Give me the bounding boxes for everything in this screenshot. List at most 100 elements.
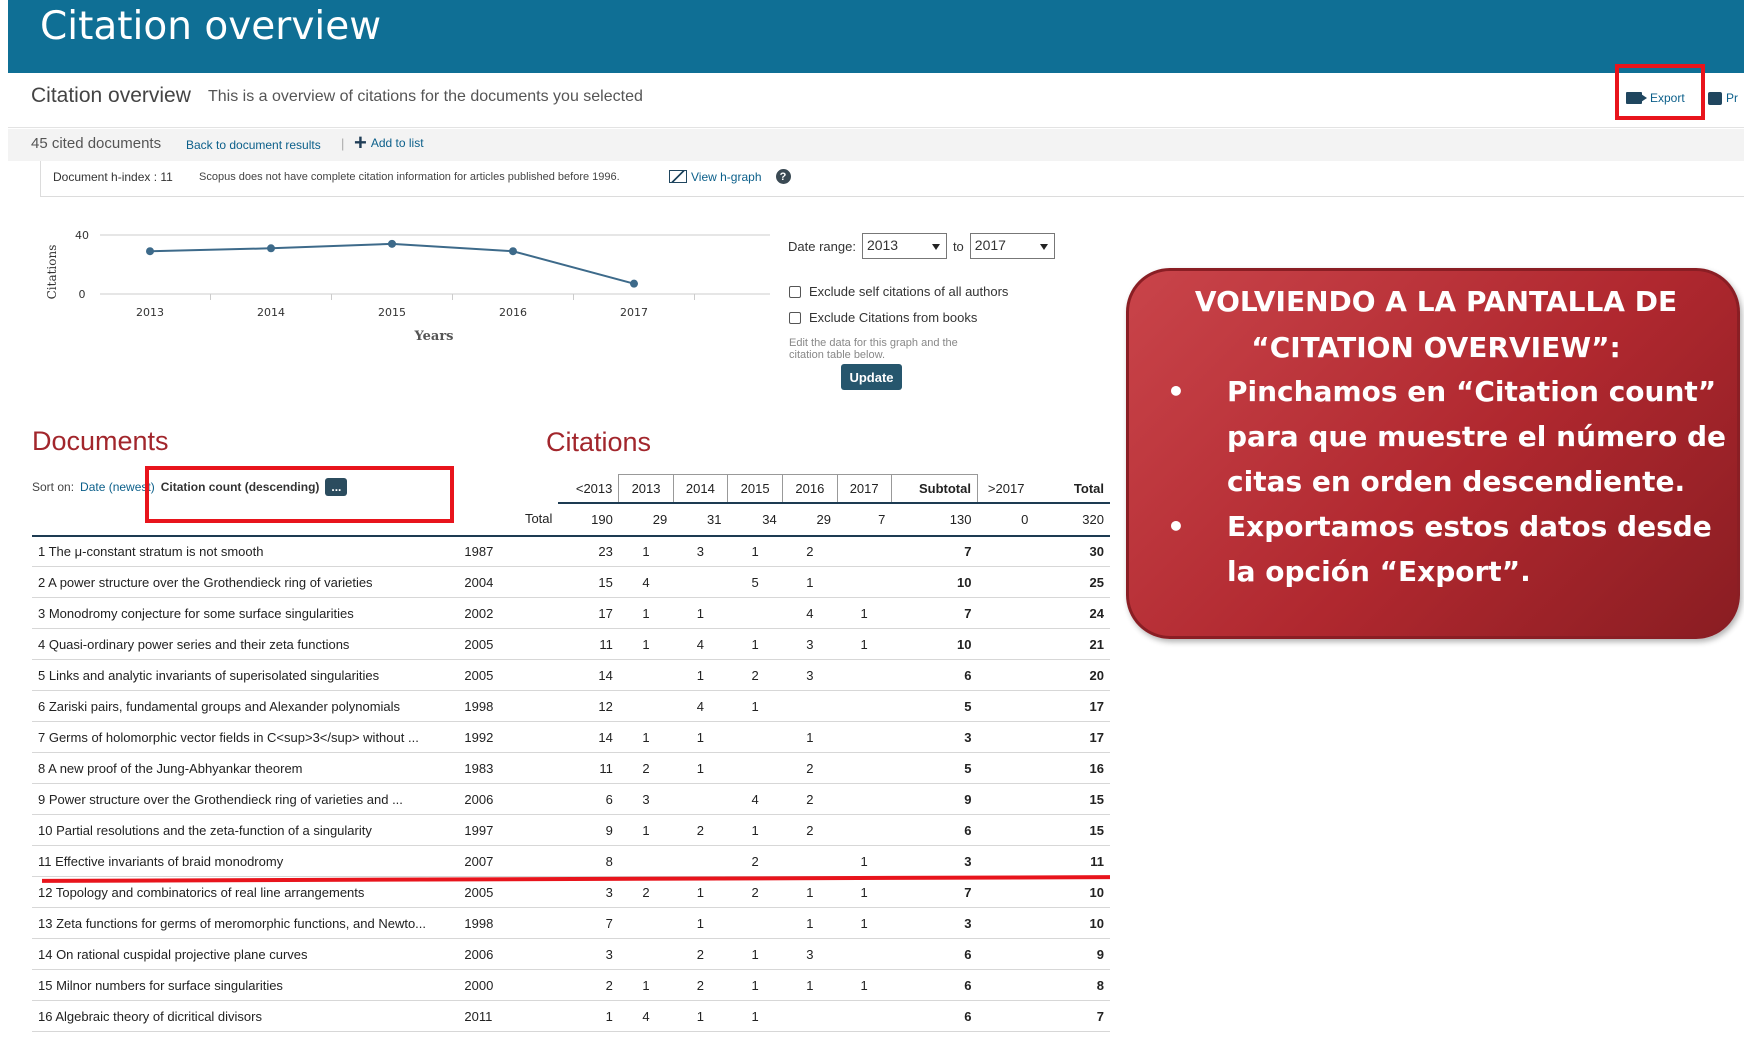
citation-cell: 2: [673, 814, 728, 846]
citation-cell: 14: [558, 659, 619, 691]
document-year: 2004: [458, 566, 559, 598]
y-tick-bottom: 0: [79, 288, 86, 301]
document-year: 1997: [458, 814, 559, 846]
document-title[interactable]: 1 The μ-constant stratum is not smooth: [32, 535, 459, 567]
citation-cell: 3: [891, 907, 978, 939]
app-title: Citation overview: [40, 4, 382, 49]
citation-cell: 1: [673, 1000, 728, 1032]
document-title[interactable]: 2 A power structure over the Grothendiec…: [32, 566, 459, 598]
citation-cell: [837, 721, 892, 753]
update-button[interactable]: Update: [841, 364, 902, 390]
citation-cell: 7: [891, 535, 978, 567]
citation-cell: 1: [727, 628, 783, 660]
citation-cell: 2: [673, 969, 728, 1001]
citation-cell: 1: [837, 597, 892, 629]
x-tick-label: 2016: [499, 306, 527, 319]
citation-cell: [782, 845, 838, 877]
x-tick-label: 2017: [620, 306, 648, 319]
add-to-list-button[interactable]: + Add to list: [354, 132, 424, 154]
citation-cell: 15: [1034, 814, 1110, 846]
citation-cell: 5: [891, 752, 978, 784]
citation-cell: [782, 1000, 838, 1032]
overview-subtitle: This is a overview of citations for the …: [208, 88, 643, 105]
citation-cell: 1: [673, 752, 728, 784]
citation-cell: 17: [1034, 721, 1110, 753]
citation-cell: 1: [837, 845, 892, 877]
citation-cell: 4: [727, 783, 783, 815]
document-title[interactable]: 7 Germs of holomorphic vector fields in …: [32, 721, 459, 753]
document-toolbar: 45 cited documents Back to document resu…: [8, 129, 1744, 161]
citation-cell: 9: [558, 814, 619, 846]
citation-cell: 21: [1034, 628, 1110, 660]
date-range-label: Date range:: [788, 238, 856, 254]
citation-cell: 1: [782, 566, 838, 598]
exclude-self-citations[interactable]: Exclude self citations of all authors: [789, 284, 1008, 299]
document-title[interactable]: 13 Zeta functions for germs of meromorph…: [32, 907, 459, 939]
exclude-books-checkbox[interactable]: [789, 311, 801, 324]
back-to-results-link[interactable]: Back to document results: [186, 138, 321, 152]
h-index-note: Scopus does not have complete citation i…: [199, 171, 620, 183]
citation-cell: 6: [891, 1000, 978, 1032]
document-title[interactable]: 6 Zariski pairs, fundamental groups and …: [32, 690, 459, 722]
x-tick-label: 2013: [136, 306, 164, 319]
h-index-bar: Document h-index : 11 Scopus does not ha…: [40, 161, 1744, 197]
print-button[interactable]: Pr: [1708, 91, 1738, 105]
view-h-graph-link[interactable]: View h-graph ?: [669, 169, 791, 184]
total-cell: 130: [891, 502, 978, 537]
citation-cell: [618, 845, 674, 877]
documents-heading: Documents: [32, 426, 169, 456]
document-year: 2002: [458, 597, 559, 629]
citation-cell: 10: [891, 628, 978, 660]
table-row: 1 The μ-constant stratum is not smooth 19…: [32, 535, 1110, 567]
citation-cell: 6: [891, 938, 978, 970]
callout-bullet: Exportamos estos datos desde la opción “…: [1167, 504, 1737, 594]
exclude-self-checkbox[interactable]: [789, 285, 801, 298]
citation-cell: 25: [1034, 566, 1110, 598]
exclude-books[interactable]: Exclude Citations from books: [789, 310, 977, 325]
chart-ylabel: Citations: [45, 245, 59, 300]
sort-date-option[interactable]: Date (newest): [80, 480, 155, 494]
citation-cell: 3: [558, 876, 619, 908]
data-point: [630, 279, 638, 288]
citation-cell: 1: [673, 659, 728, 691]
citation-cell: [727, 752, 783, 784]
document-title[interactable]: 4 Quasi-ordinary power series and their …: [32, 628, 459, 660]
date-to-select[interactable]: 2017: [969, 233, 1055, 259]
document-title[interactable]: 16 Algebraic theory of dicritical diviso…: [32, 1000, 459, 1032]
document-title[interactable]: 8 A new proof of the Jung-Abhyankar theo…: [32, 752, 459, 784]
document-year: 1992: [458, 721, 559, 753]
document-title[interactable]: 15 Milnor numbers for surface singularit…: [32, 969, 459, 1001]
citation-cell: [837, 659, 892, 691]
table-row: 11 Effective invariants of braid monodro…: [32, 845, 1110, 877]
document-title[interactable]: 5 Links and analytic invariants of super…: [32, 659, 459, 691]
print-label: Pr: [1726, 91, 1738, 105]
year-header-cell: 2017: [836, 474, 892, 504]
citation-cell: 11: [558, 628, 619, 660]
citation-cell: [837, 690, 892, 722]
citation-cell: [977, 1000, 1035, 1032]
citation-cell: 1: [727, 814, 783, 846]
document-title[interactable]: 3 Monodromy conjecture for some surface …: [32, 597, 459, 629]
exclude-books-label: Exclude Citations from books: [809, 310, 978, 325]
table-row: 13 Zeta functions for germs of meromorph…: [32, 907, 1110, 939]
citation-cell: 2: [558, 969, 619, 1001]
citation-cell: 5: [891, 690, 978, 722]
citation-cell: [618, 907, 674, 939]
document-title[interactable]: 10 Partial resolutions and the zeta-func…: [32, 814, 459, 846]
help-icon[interactable]: ?: [775, 169, 791, 184]
citation-cell: 2: [782, 752, 838, 784]
date-from-select[interactable]: 2013: [861, 233, 947, 259]
document-year: 2011: [458, 1000, 559, 1032]
citation-cell: 12: [558, 690, 619, 722]
callout-bullet: Pinchamos en “Citation count” para que m…: [1167, 369, 1737, 504]
citation-cell: [618, 659, 674, 691]
data-point: [509, 247, 517, 256]
citation-cell: [837, 814, 892, 846]
document-title[interactable]: 11 Effective invariants of braid monodro…: [32, 845, 459, 877]
sort-label: Sort on:: [32, 480, 75, 494]
document-title[interactable]: 14 On rational cuspidal projective plane…: [32, 938, 459, 970]
citation-cell: 24: [1034, 597, 1110, 629]
chart-xlabel: Years: [413, 329, 453, 344]
citation-cell: [727, 597, 783, 629]
document-title[interactable]: 9 Power structure over the Grothendieck …: [32, 783, 459, 815]
